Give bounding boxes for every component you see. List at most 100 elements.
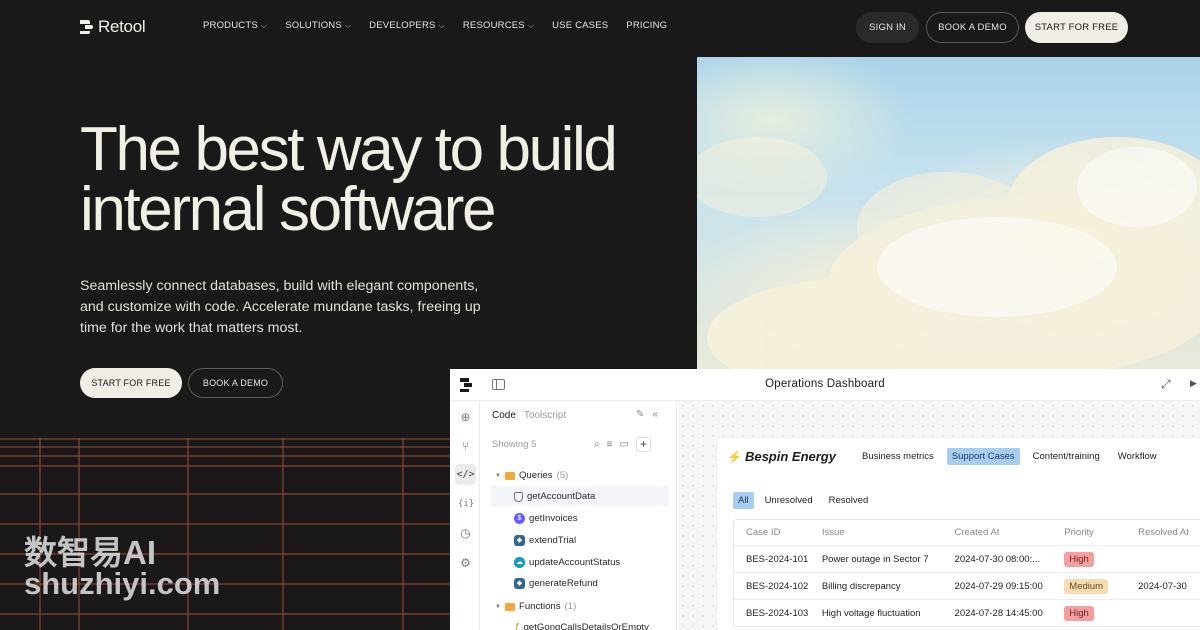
- function-name: getGongCallsDetailsOrEmpty: [523, 622, 649, 630]
- pin-icon[interactable]: ✎: [636, 409, 644, 420]
- query-item[interactable]: ☁ updateAccountStatus: [514, 557, 620, 568]
- add-query-button[interactable]: +: [635, 437, 651, 452]
- tab-workflow[interactable]: Workflow: [1113, 448, 1162, 465]
- menu-products[interactable]: PRODUCTS ⌵: [203, 20, 267, 31]
- chevron-down-icon: ⌵: [527, 20, 535, 30]
- menu-pricing[interactable]: PRICING: [626, 20, 667, 31]
- query-name: getAccountData: [527, 491, 596, 502]
- filter-unresolved[interactable]: Unresolved: [760, 492, 818, 509]
- priority-badge: High: [1064, 605, 1094, 621]
- sign-in-button[interactable]: SIGN IN: [856, 12, 919, 43]
- tab-content-training[interactable]: Content/training: [1028, 448, 1105, 465]
- query-name: generateRefund: [529, 578, 598, 589]
- showing-count: Showing 5: [492, 439, 537, 450]
- dashboard-brand: ⚡ Bespin Energy: [727, 449, 836, 464]
- query-item[interactable]: ◆ generateRefund: [514, 578, 598, 589]
- collapse-panel-icon[interactable]: «: [652, 409, 658, 420]
- folder-count: (1): [564, 601, 577, 612]
- column-header[interactable]: Issue: [822, 527, 955, 538]
- clouds-graphic: [697, 137, 1200, 370]
- hero-start-free-button[interactable]: START FOR FREE: [80, 368, 182, 398]
- case-id: BES-2024-103: [746, 607, 809, 619]
- menu-label: DEVELOPERS: [369, 20, 436, 31]
- code-panel-tabs: Code Toolscript: [492, 410, 566, 421]
- start-free-button[interactable]: START FOR FREE: [1025, 12, 1128, 43]
- menu-label: USE CASES: [552, 20, 609, 31]
- postgres-icon: ◆: [514, 578, 525, 589]
- tab-code[interactable]: Code: [492, 410, 516, 421]
- expand-icon[interactable]: ⤢: [1161, 377, 1171, 392]
- menu-developers[interactable]: DEVELOPERS ⌵: [369, 20, 445, 31]
- tab-support-cases[interactable]: Support Cases: [946, 448, 1020, 465]
- dashboard: ⚡ Bespin Energy Business metrics Support…: [716, 439, 1200, 630]
- hero-subtitle: Seamlessly connect databases, build with…: [80, 276, 500, 339]
- chevron-down-icon: ⌵: [260, 20, 268, 30]
- filter-all[interactable]: All: [733, 492, 754, 509]
- priority-badge: High: [1064, 551, 1094, 567]
- menu-solutions[interactable]: SOLUTIONS ⌵: [285, 20, 351, 31]
- folder-icon[interactable]: ▭: [619, 439, 628, 450]
- case-created: 2024-07-29 09:15:00: [954, 580, 1043, 592]
- query-item[interactable]: getAccountData: [514, 491, 595, 502]
- hero-title: The best way to build internal software: [80, 119, 680, 241]
- queries-folder[interactable]: ▼ Queries (5): [495, 470, 568, 481]
- top-nav: Retool PRODUCTS ⌵ SOLUTIONS ⌵ DEVELOPERS ⌵ …: [0, 0, 1200, 56]
- watermark-line2: shuzhiyi.com: [24, 566, 221, 601]
- table-row[interactable]: BES-2024-101 Power outage in Sector 7 20…: [734, 546, 1200, 573]
- hero-book-demo-button[interactable]: BOOK A DEMO: [188, 368, 283, 398]
- query-name: extendTrial: [529, 535, 577, 546]
- folder-icon: [504, 471, 515, 480]
- table-row[interactable]: BES-2024-102 Billing discrepancy 2024-07…: [734, 573, 1200, 600]
- play-icon[interactable]: ▶: [1190, 378, 1197, 389]
- tab-toolscript[interactable]: Toolscript: [524, 410, 566, 421]
- function-icon: ƒ: [514, 622, 520, 630]
- brand-name: Retool: [98, 17, 146, 36]
- app-toolbar: Operations Dashboard ⤢ ▶: [450, 369, 1200, 401]
- column-header[interactable]: Priority: [1064, 527, 1138, 538]
- left-icon-rail: ⊕ ⑂ </> {i} ◷ ⚙: [450, 401, 480, 630]
- filter-resolved[interactable]: Resolved: [824, 492, 874, 509]
- code-panel: Code Toolscript ✎ « Showing 5 ⌕ ≡ ▭ +: [481, 401, 677, 630]
- search-icon[interactable]: ⌕: [594, 439, 600, 450]
- history-icon[interactable]: ◷: [458, 526, 473, 541]
- menu-label: PRODUCTS: [203, 20, 258, 31]
- hero-title-line1: The best way to build: [80, 115, 618, 184]
- dashboard-tabs: Business metrics Support Cases Content/t…: [857, 448, 1162, 465]
- functions-folder[interactable]: ▼ Functions (1): [495, 601, 576, 612]
- salesforce-icon: ☁: [514, 557, 525, 568]
- state-icon[interactable]: {i}: [458, 497, 474, 512]
- priority-badge: Medium: [1064, 578, 1109, 594]
- table-row[interactable]: BES-2024-103 High voltage fluctuation 20…: [734, 600, 1200, 627]
- book-demo-button[interactable]: BOOK A DEMO: [926, 12, 1019, 43]
- function-item[interactable]: ƒ getGongCallsDetailsOrEmpty: [514, 622, 649, 630]
- menu-label: RESOURCES: [462, 20, 525, 31]
- settings-gear-icon[interactable]: ⚙: [458, 556, 473, 571]
- support-cases-table: Case ID Issue Created At Priority Resolv…: [733, 519, 1200, 627]
- code-icon[interactable]: </>: [455, 464, 476, 485]
- column-header[interactable]: Case ID: [734, 527, 822, 538]
- folder-label: Functions: [518, 601, 561, 612]
- case-issue: High voltage fluctuation: [821, 607, 921, 619]
- postgres-icon: ◆: [514, 535, 525, 546]
- query-item[interactable]: $ getInvoices: [514, 513, 578, 524]
- filter-icon[interactable]: ≡: [607, 439, 613, 450]
- column-header[interactable]: Resolved At: [1138, 527, 1200, 538]
- retool-logo[interactable]: Retool: [80, 17, 146, 37]
- menu-use-cases[interactable]: USE CASES: [552, 20, 608, 31]
- folder-icon: [504, 602, 515, 611]
- database-icon: [514, 491, 523, 502]
- tree-icon[interactable]: ⑂: [458, 439, 473, 454]
- case-resolved: 2024-07-30: [1138, 580, 1187, 592]
- retool-logo-icon: [80, 20, 93, 34]
- column-header[interactable]: Created At: [955, 527, 1065, 538]
- caret-down-icon: ▼: [495, 472, 501, 479]
- folder-count: (5): [556, 470, 569, 481]
- sky-clouds-illustration: [697, 57, 1200, 370]
- query-item[interactable]: ◆ extendTrial: [514, 535, 576, 546]
- chevron-down-icon: ⌵: [438, 20, 445, 30]
- menu-resources[interactable]: RESOURCES ⌵: [463, 20, 534, 31]
- chevron-down-icon: ⌵: [344, 20, 352, 30]
- add-component-icon[interactable]: ⊕: [458, 410, 473, 425]
- brand-label: Bespin Energy: [744, 449, 836, 464]
- tab-business-metrics[interactable]: Business metrics: [857, 448, 939, 465]
